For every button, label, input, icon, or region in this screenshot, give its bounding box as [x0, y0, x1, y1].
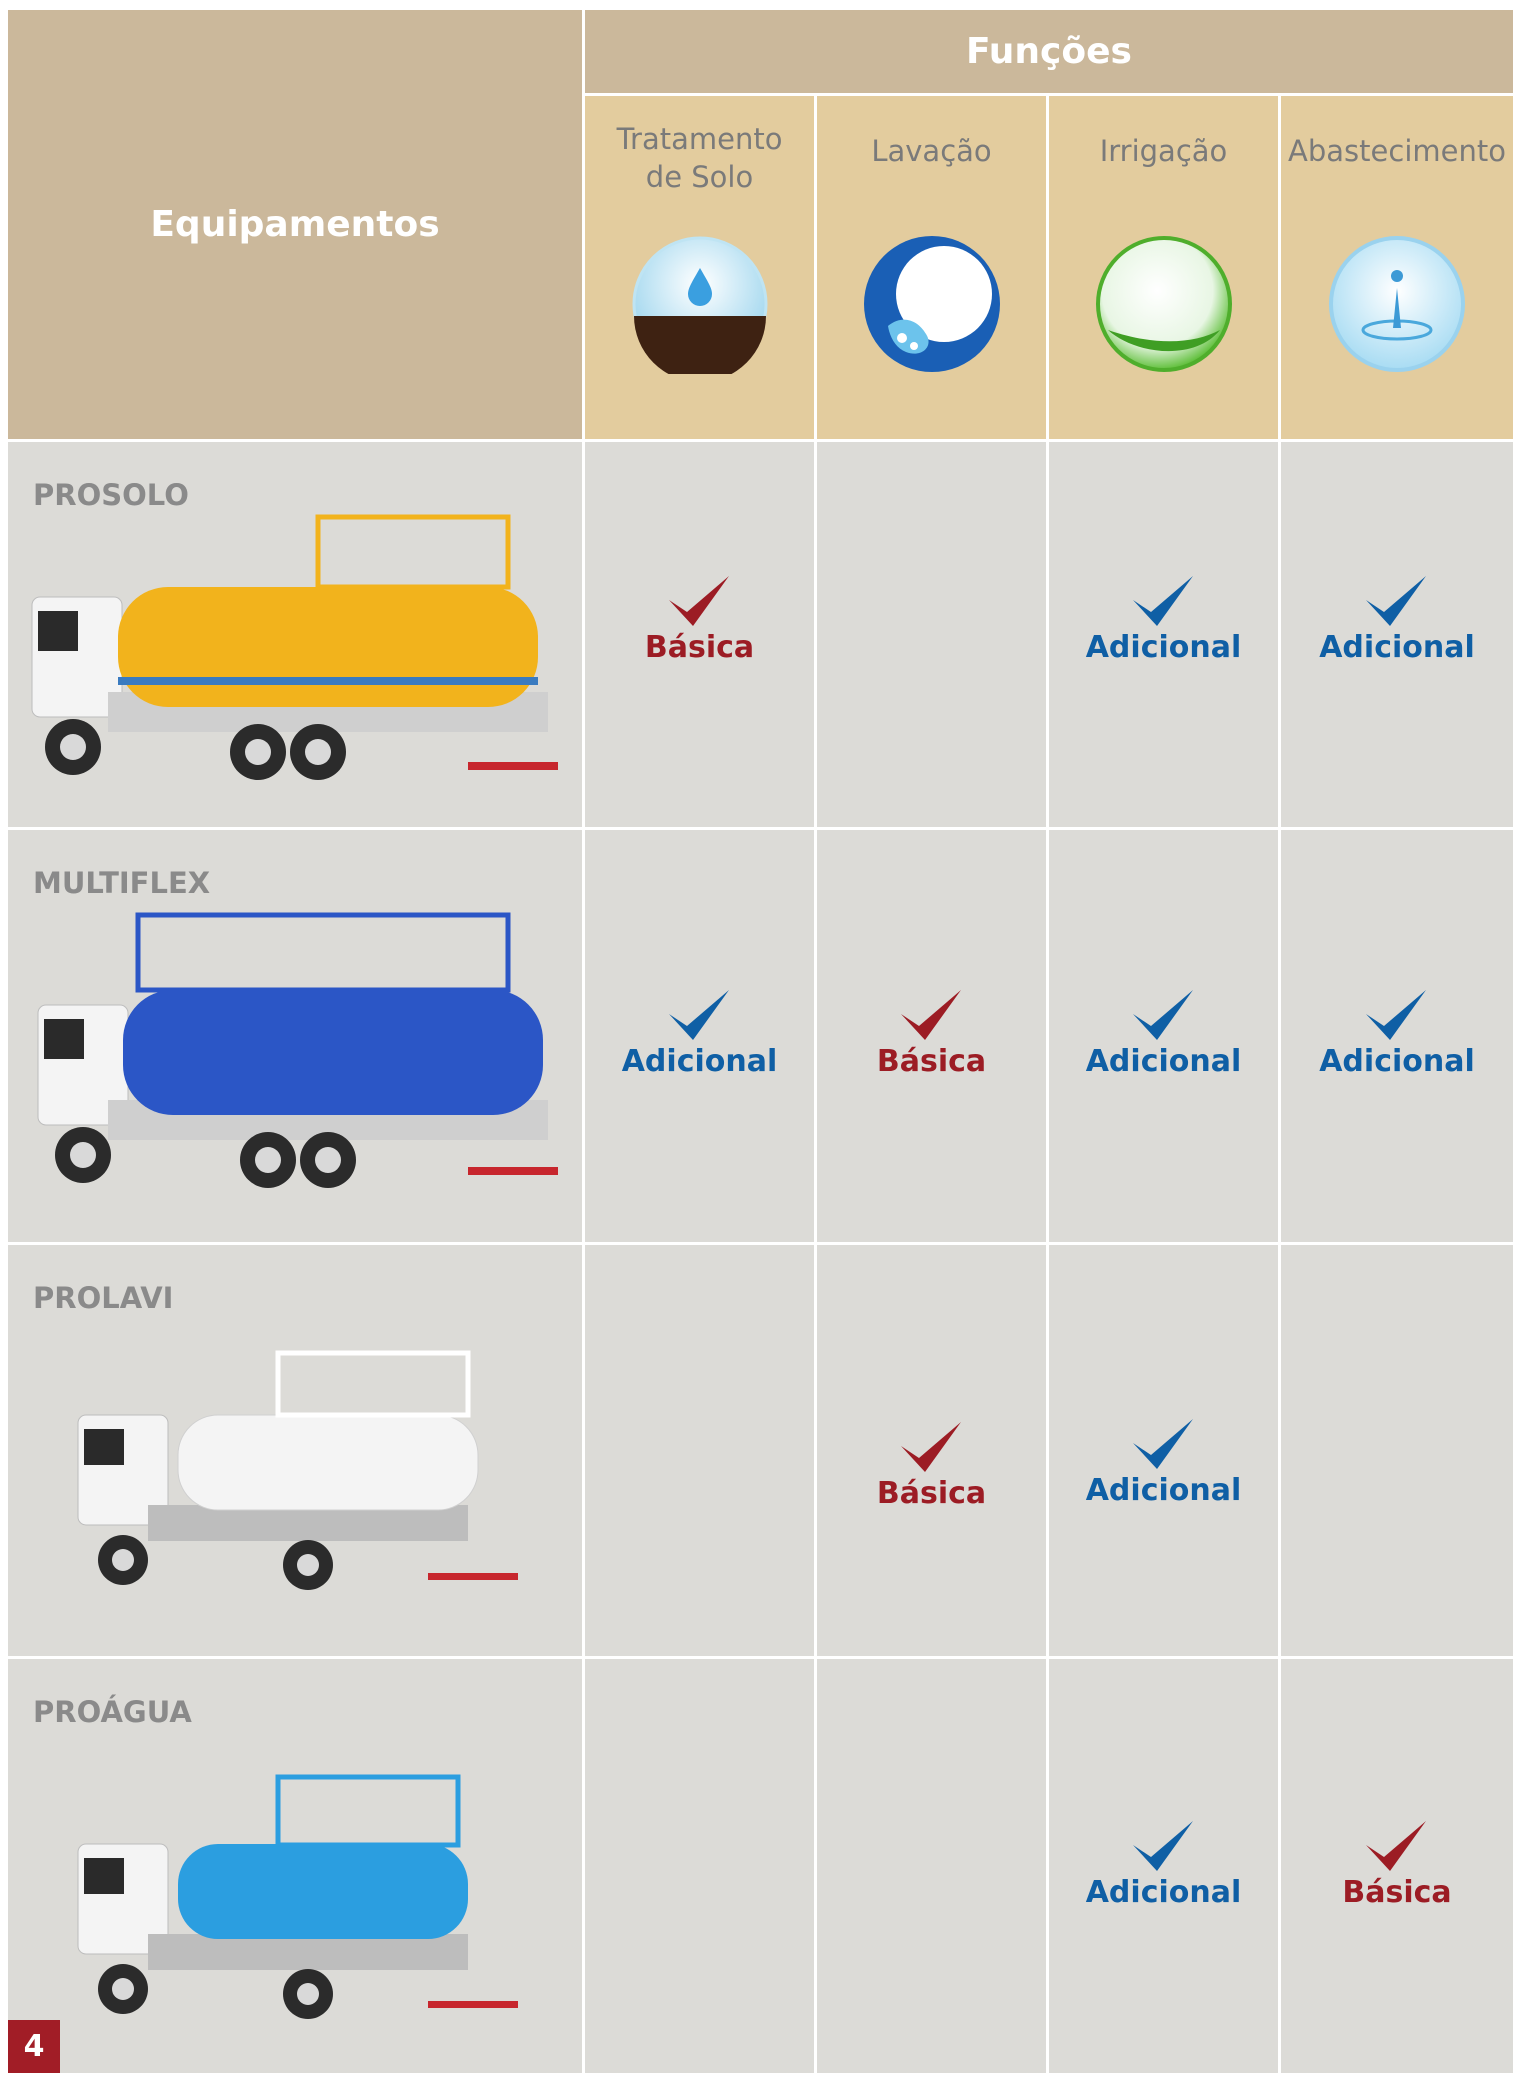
basic-mark: Básica [585, 572, 814, 665]
cell-prosolo-washing [817, 442, 1046, 827]
equipment-cell-proagua: PROÁGUA [8, 1659, 582, 2073]
tanker-truck-image [77, 1774, 518, 2019]
function-comparison-table: Equipamentos Funções Tratamento de Solo … [8, 10, 1513, 2073]
functions-header-label: Funções [966, 31, 1132, 72]
cell-prolavi-washing: Básica [817, 1245, 1046, 1656]
additional-mark: Adicional [1281, 572, 1513, 665]
cell-proagua-irrigation: Adicional [1049, 1659, 1278, 2073]
tanker-truck-image [37, 912, 558, 1188]
cell-prosolo-supply: Adicional [1281, 442, 1513, 827]
column-header-soil-treatment: Tratamento de Solo [585, 96, 814, 439]
check-icon [1366, 990, 1426, 1040]
cell-prosolo-irrigation: Adicional [1049, 442, 1278, 827]
additional-mark: Adicional [1049, 1817, 1278, 1910]
equipment-cell-multiflex: MULTIFLEX [8, 830, 582, 1242]
tanker-truck-image [31, 514, 558, 780]
function-level-label: Básica [644, 630, 755, 665]
basic-mark: Básica [817, 1418, 1046, 1511]
additional-mark: Adicional [1049, 572, 1278, 665]
function-level-label: Básica [1342, 1875, 1452, 1910]
check-icon [1132, 1821, 1193, 1871]
function-level-label: Adicional [1319, 630, 1475, 665]
check-icon [900, 1422, 961, 1472]
check-icon [1132, 1419, 1193, 1469]
basic-mark: Básica [1281, 1817, 1513, 1910]
equipment-name: PROÁGUA [33, 1695, 192, 1729]
check-icon [900, 990, 961, 1040]
soil-water-drop-icon [632, 236, 767, 374]
additional-mark: Adicional [1281, 986, 1513, 1079]
check-icon [1132, 576, 1193, 626]
cell-multiflex-washing: Básica [817, 830, 1046, 1242]
column-label: Tratamento de Solo [616, 122, 783, 194]
cell-proagua-soil-treatment [585, 1659, 814, 2073]
column-label: Abastecimento [1288, 134, 1506, 168]
column-header-irrigation: Irrigação [1049, 96, 1278, 439]
tanker-truck-image [77, 1350, 518, 1590]
cell-prolavi-irrigation: Adicional [1049, 1245, 1278, 1656]
check-icon [1366, 1821, 1426, 1871]
column-header-supply: Abastecimento [1281, 96, 1513, 439]
cell-prosolo-soil-treatment: Básica [585, 442, 814, 827]
column-header-washing: Lavação [817, 96, 1046, 439]
equipment-cell-prosolo: PROSOLO [8, 442, 582, 827]
equipment-cell-prolavi: PROLAVI [8, 1245, 582, 1656]
check-icon [1132, 990, 1193, 1040]
cell-multiflex-soil-treatment: Adicional [585, 830, 814, 1242]
function-level-label: Adicional [1085, 1473, 1242, 1508]
function-level-label: Adicional [1085, 1875, 1242, 1910]
function-level-label: Adicional [1085, 1044, 1242, 1079]
cell-multiflex-irrigation: Adicional [1049, 830, 1278, 1242]
additional-mark: Adicional [1049, 986, 1278, 1079]
check-icon [668, 990, 729, 1040]
column-label: Irrigação [1099, 134, 1228, 168]
page-number: 4 [8, 2020, 60, 2073]
equipment-header: Equipamentos [8, 10, 582, 439]
cell-proagua-supply: Básica [1281, 1659, 1513, 2073]
additional-mark: Adicional [1049, 1415, 1278, 1508]
check-icon [668, 576, 729, 626]
column-label: Lavação [871, 134, 992, 168]
equipment-header-label: Equipamentos [150, 204, 440, 245]
function-level-label: Adicional [1319, 1044, 1475, 1079]
function-level-label: Adicional [1085, 630, 1242, 665]
water-splash-icon [1329, 236, 1465, 372]
cell-prolavi-soil-treatment [585, 1245, 814, 1656]
equipment-name: PROLAVI [33, 1281, 174, 1315]
functions-header: Funções [585, 10, 1513, 93]
check-icon [1366, 576, 1426, 626]
cell-prolavi-supply [1281, 1245, 1513, 1656]
function-level-label: Básica [876, 1476, 987, 1511]
cell-multiflex-supply: Adicional [1281, 830, 1513, 1242]
wash-wave-icon [863, 236, 1000, 372]
equipment-name: MULTIFLEX [33, 866, 211, 900]
function-level-label: Adicional [621, 1044, 778, 1079]
leaf-bubble-icon [1095, 236, 1232, 372]
basic-mark: Básica [817, 986, 1046, 1079]
additional-mark: Adicional [585, 986, 814, 1079]
cell-proagua-washing [817, 1659, 1046, 2073]
function-level-label: Básica [876, 1044, 987, 1079]
